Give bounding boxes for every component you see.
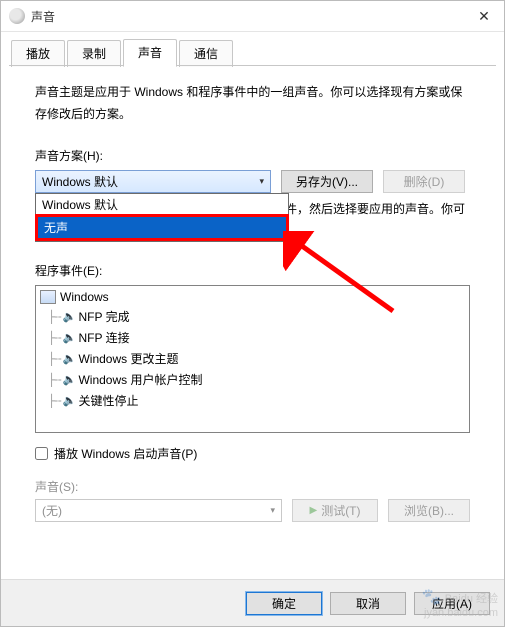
tree-branch-icon: ├╌	[48, 310, 60, 324]
tree-branch-icon: ├╌	[48, 352, 60, 366]
event-label: Windows 更改主题	[78, 350, 178, 367]
play-icon: ▶	[309, 505, 317, 516]
cancel-button[interactable]: 取消	[330, 592, 406, 615]
apply-button[interactable]: 应用(A)	[414, 592, 490, 615]
startup-sound-checkbox-row[interactable]: 播放 Windows 启动声音(P)	[35, 445, 470, 462]
event-item[interactable]: ├╌ 🔈 Windows 用户帐户控制	[40, 369, 465, 390]
scheme-option-nosound[interactable]: 无声	[35, 214, 289, 241]
close-button[interactable]: ✕	[464, 1, 504, 31]
event-label: NFP 连接	[78, 329, 129, 346]
content-area: 声音主题是应用于 Windows 和程序事件中的一组声音。你可以选择现有方案或保…	[1, 66, 504, 522]
event-item[interactable]: ├╌ 🔈 关键性停止	[40, 390, 465, 411]
tree-root-windows[interactable]: Windows	[40, 288, 465, 306]
test-button: ▶ 测试(T)	[292, 499, 378, 522]
chevron-down-icon: ▾	[259, 176, 264, 187]
event-label: Windows 用户帐户控制	[78, 371, 202, 388]
hint-line1: 件，然后选择要应用的声音。你可	[285, 202, 465, 216]
tab-recording[interactable]: 录制	[67, 40, 121, 67]
chevron-down-icon: ▾	[270, 505, 275, 516]
tab-communications[interactable]: 通信	[179, 40, 233, 67]
scheme-combo-wrapper: Windows 默认 ▾ Windows 默认 无声	[35, 170, 271, 193]
events-label: 程序事件(E):	[35, 262, 470, 279]
sound-combobox: (无) ▾	[35, 499, 282, 522]
scheme-value: Windows 默认	[42, 173, 118, 190]
tab-strip: 播放 录制 声音 通信	[1, 32, 504, 66]
sound-field-label: 声音(S):	[35, 478, 470, 495]
sound-row: (无) ▾ ▶ 测试(T) 浏览(B)...	[35, 499, 470, 522]
ok-button[interactable]: 确定	[246, 592, 322, 615]
browse-button: 浏览(B)...	[388, 499, 470, 522]
description-text: 声音主题是应用于 Windows 和程序事件中的一组声音。你可以选择现有方案或保…	[35, 82, 470, 125]
event-label: NFP 完成	[78, 308, 129, 325]
tab-sounds[interactable]: 声音	[123, 39, 177, 67]
scheme-label: 声音方案(H):	[35, 147, 470, 164]
event-item[interactable]: ├╌ 🔈 Windows 更改主题	[40, 348, 465, 369]
startup-sound-label: 播放 Windows 启动声音(P)	[54, 445, 197, 462]
scheme-combobox[interactable]: Windows 默认 ▾	[35, 170, 271, 193]
save-as-button[interactable]: 另存为(V)...	[281, 170, 373, 193]
event-label: 关键性停止	[78, 392, 138, 409]
speaker-icon: 🔈	[62, 331, 76, 344]
speaker-icon: 🔈	[62, 373, 76, 386]
titlebar: 声音 ✕	[1, 1, 504, 32]
scheme-row: Windows 默认 ▾ Windows 默认 无声 另存为(V)... 删除(…	[35, 170, 470, 193]
sound-value: (无)	[42, 502, 62, 519]
startup-sound-checkbox[interactable]	[35, 447, 48, 460]
tree-root-label: Windows	[60, 290, 109, 304]
tree-branch-icon: ├╌	[48, 394, 60, 408]
test-button-label: 测试(T)	[321, 502, 360, 519]
dialog-footer: 确定 取消 应用(A)	[1, 579, 504, 626]
tabs-underline	[9, 65, 496, 66]
event-item[interactable]: ├╌ 🔈 NFP 连接	[40, 327, 465, 348]
speaker-icon: 🔈	[62, 394, 76, 407]
speaker-icon: 🔈	[62, 310, 76, 323]
delete-button: 删除(D)	[383, 170, 465, 193]
program-events-listbox[interactable]: Windows ├╌ 🔈 NFP 完成 ├╌ 🔈 NFP 连接 ├╌ 🔈 Win…	[35, 285, 470, 433]
scheme-dropdown: Windows 默认 无声	[35, 193, 289, 242]
tab-playback[interactable]: 播放	[11, 40, 65, 67]
speaker-icon: 🔈	[62, 352, 76, 365]
tree-branch-icon: ├╌	[48, 331, 60, 345]
sound-dialog: 声音 ✕ 播放 录制 声音 通信 声音主题是应用于 Windows 和程序事件中…	[0, 0, 505, 627]
event-item[interactable]: ├╌ 🔈 NFP 完成	[40, 306, 465, 327]
scheme-option-default[interactable]: Windows 默认	[36, 194, 288, 215]
window-title: 声音	[31, 8, 55, 25]
windows-folder-icon	[40, 290, 56, 304]
sound-app-icon	[9, 8, 25, 24]
tree-branch-icon: ├╌	[48, 373, 60, 387]
